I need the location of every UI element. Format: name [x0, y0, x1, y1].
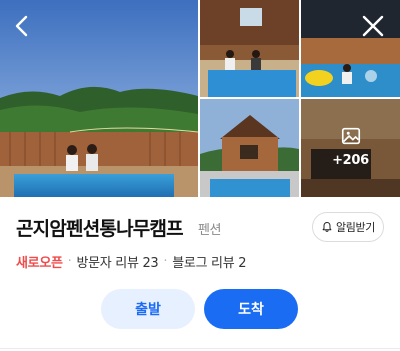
gallery-photo-4[interactable] [200, 99, 299, 197]
wooden-house-pool-image [200, 0, 299, 97]
more-photos[interactable]: +206 [301, 125, 400, 168]
place-name: 곤지암펜션통나무캠프 [16, 218, 184, 240]
separator-dot: · [67, 254, 72, 269]
gallery-photo-5[interactable]: +206 [301, 99, 400, 197]
place-meta: 새로오픈 · 방문자 리뷰 23 · 블로그 리뷰 2 [16, 252, 246, 271]
more-photos-count: +206 [332, 153, 369, 168]
gallery-photo-2[interactable] [200, 0, 299, 97]
blog-reviews-link[interactable]: 블로그 리뷰 2 [172, 252, 246, 271]
divider [0, 348, 400, 349]
alert-subscribe-label: 알림받기 [336, 221, 375, 234]
alert-subscribe-button[interactable]: 알림받기 [312, 212, 384, 242]
image-icon [341, 127, 360, 145]
close-icon [362, 15, 384, 37]
visitor-reviews-link[interactable]: 방문자 리뷰 23 [76, 252, 158, 271]
place-title-row: 곤지암펜션통나무캠프 펜션 알림받기 [16, 212, 384, 244]
photo-gallery: +206 [0, 0, 400, 197]
place-category: 펜션 [198, 223, 222, 238]
cabin-exterior-image [200, 99, 299, 197]
close-button[interactable] [359, 12, 387, 40]
bell-icon [322, 222, 332, 232]
back-button[interactable] [8, 12, 36, 40]
route-buttons: 출발 도착 [0, 289, 400, 329]
start-button[interactable]: 출발 [101, 289, 195, 329]
separator-dot: · [163, 254, 168, 269]
chevron-left-icon [15, 15, 28, 37]
arrive-button[interactable]: 도착 [204, 289, 298, 329]
new-open-badge: 새로오픈 [16, 256, 63, 271]
